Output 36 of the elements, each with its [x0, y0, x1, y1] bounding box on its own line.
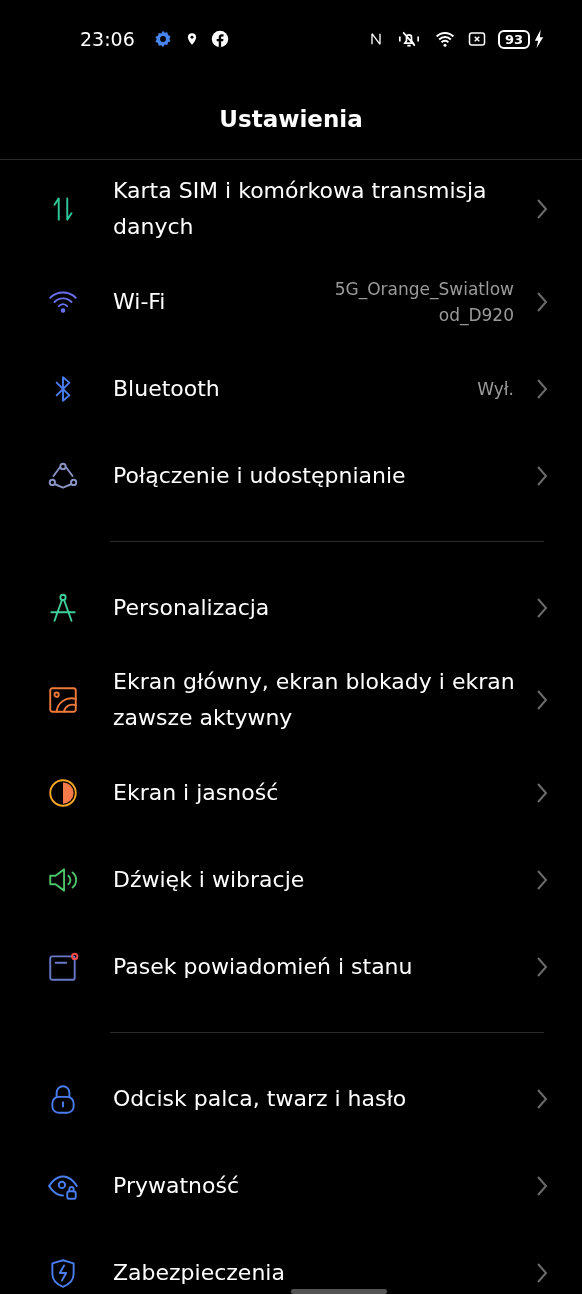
chevron-icon [536, 688, 548, 712]
item-label: Personalizacja [113, 593, 271, 622]
settings-item[interactable]: Odcisk palca, twarz i hasło [0, 1055, 582, 1142]
status-time: 23:06 [80, 28, 135, 50]
settings-item[interactable]: Ekran główny, ekran blokady i ekran zawsze aktywny [0, 651, 582, 749]
item-label: Bluetooth [113, 374, 221, 403]
item-label: Karta SIM i komórkowa transmisja danych [113, 177, 488, 241]
chevron-icon [536, 197, 548, 221]
settings-item[interactable]: Personalizacja [0, 564, 582, 651]
wifi-signal-icon [433, 29, 456, 49]
item-label: Odcisk palca, twarz i hasło [113, 1084, 408, 1113]
item-label: Pasek powiadomień i stanu [113, 952, 414, 981]
item-label: Prywatność [113, 1171, 240, 1200]
battery-level: 93 [497, 29, 530, 49]
settings-item[interactable]: Prywatność [0, 1142, 582, 1229]
settings-item[interactable]: Wi-Fi 5G_Orange_Swiatlow od_D920 [0, 258, 582, 345]
settings-item[interactable]: Bluetooth Wył. [0, 345, 582, 432]
item-label: Wi-Fi [113, 287, 167, 316]
settings-item[interactable]: Dźwięk i wibracje [0, 836, 582, 923]
item-value: Wył. [476, 377, 514, 401]
settings-item[interactable]: Połączenie i udostępnianie [0, 432, 582, 519]
item-label: Dźwięk i wibracje [113, 865, 306, 894]
item-label: Zabezpieczenia [113, 1258, 286, 1287]
settings-item[interactable]: Zabezpieczenia [0, 1229, 582, 1294]
item-value: 5G_Orange_Swiatlow od_D920 [333, 277, 514, 328]
item-label: Ekran i jasność [113, 778, 280, 807]
page-title: Ustawienia [219, 105, 363, 132]
item-label: Ekran główny, ekran blokady i ekran zawsze aktywny [113, 668, 516, 732]
item-label: Połączenie i udostępnianie [113, 461, 407, 490]
home-indicator[interactable] [291, 1289, 387, 1294]
charging-bolt-icon [534, 29, 544, 49]
settings-item[interactable]: Karta SIM i komórkowa transmisja danych [0, 160, 582, 258]
x-box-icon [467, 30, 486, 48]
app-circle-icon [210, 30, 229, 48]
settings-item[interactable]: Pasek powiadomień i stanu [0, 923, 582, 1010]
settings-item[interactable]: Ekran i jasność [0, 749, 582, 836]
